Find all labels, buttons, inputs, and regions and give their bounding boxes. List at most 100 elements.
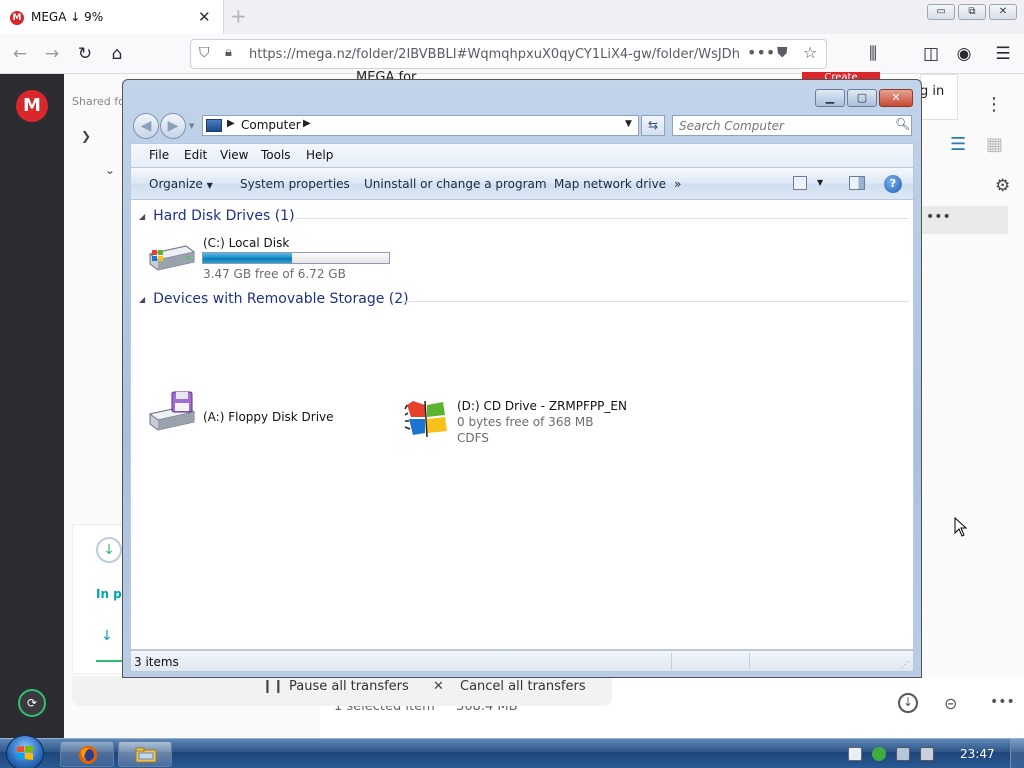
- mouse-cursor-icon: [954, 517, 968, 537]
- mega-link-icon[interactable]: ⊝: [944, 694, 957, 713]
- explorer-close-button[interactable]: ✕: [879, 89, 913, 107]
- map-network-drive-button[interactable]: Map network drive: [554, 177, 666, 191]
- drive-c-local-disk[interactable]: (C:) Local Disk 3.47 GB free of 6.72 GB: [148, 234, 398, 281]
- mega-expand-chevron-icon[interactable]: ❯: [81, 129, 91, 143]
- explorer-search-box[interactable]: 🔍︎: [672, 115, 912, 136]
- collapse-triangle-icon[interactable]: ◢: [139, 295, 145, 304]
- explorer-forward-button[interactable]: ▶: [160, 113, 186, 139]
- group-header-label: Hard Disk Drives (1): [153, 208, 295, 224]
- drive-c-free-space: 3.47 GB free of 6.72 GB: [203, 267, 346, 281]
- taskbar-clock[interactable]: 23:47: [960, 747, 995, 761]
- cancel-all-transfers-button[interactable]: Cancel all transfers: [460, 679, 586, 694]
- breadcrumb-computer[interactable]: Computer: [241, 118, 301, 132]
- help-icon[interactable]: ?: [884, 175, 902, 193]
- view-dropdown-icon[interactable]: ▼: [817, 178, 823, 187]
- mega-login-link[interactable]: g in: [920, 84, 944, 99]
- url-text[interactable]: https://mega.nz/folder/2IBVBBLI#Wqmqhpxu…: [249, 47, 739, 62]
- tab-close-icon[interactable]: ✕: [198, 8, 211, 26]
- browser-restore-button[interactable]: ⧉: [958, 4, 986, 20]
- preview-pane-icon[interactable]: [849, 176, 865, 190]
- change-view-icon[interactable]: [793, 176, 807, 190]
- pause-icon[interactable]: ❙❙: [262, 679, 284, 694]
- menu-edit[interactable]: Edit: [184, 148, 207, 162]
- menu-file[interactable]: File: [149, 148, 169, 162]
- mega-sidebar: M ⟳: [0, 74, 64, 738]
- mega-settings-gear-icon[interactable]: ⚙: [995, 176, 1010, 196]
- browser-close-button[interactable]: ✕: [989, 4, 1017, 20]
- more-commands-button[interactable]: »: [674, 177, 681, 191]
- forward-arrow-icon[interactable]: →: [41, 43, 63, 65]
- computer-icon: [206, 119, 222, 132]
- refresh-icon[interactable]: ⇆: [641, 115, 665, 136]
- sidebar-icon[interactable]: ◫: [920, 43, 942, 65]
- mega-kebab-icon[interactable]: ⋮: [985, 94, 1003, 115]
- explorer-minimize-button[interactable]: ▁: [815, 89, 845, 107]
- url-bar[interactable]: ⛉ 🔒︎ https://mega.nz/folder/2IBVBBLI#Wqm…: [190, 39, 827, 69]
- new-tab-icon[interactable]: +: [230, 4, 247, 28]
- browser-tab[interactable]: M MEGA ↓ 9% ✕: [0, 0, 224, 34]
- explorer-address-bar[interactable]: ▶ Computer ▶ ▼: [202, 115, 639, 136]
- status-divider: [749, 653, 750, 670]
- mega-shared-label: Shared fo: [72, 95, 125, 108]
- group-header-label: Devices with Removable Storage (2): [153, 291, 409, 307]
- reload-icon[interactable]: ↻: [74, 43, 96, 65]
- network-icon[interactable]: [896, 747, 910, 761]
- pocket-icon[interactable]: ⛊: [777, 45, 788, 61]
- mega-row-more-icon[interactable]: •••: [926, 209, 951, 225]
- explorer-back-button[interactable]: ◀: [133, 113, 159, 139]
- mega-sync-icon[interactable]: ⟳: [18, 689, 46, 717]
- taskbar-explorer-button[interactable]: [118, 741, 172, 767]
- collapse-triangle-icon[interactable]: ◢: [139, 212, 145, 221]
- explorer-content-pane: ◢ Hard Disk Drives (1) (C:) Local Disk 3.…: [130, 200, 914, 650]
- taskbar-firefox-button[interactable]: [60, 741, 114, 767]
- uninstall-program-button[interactable]: Uninstall or change a program: [364, 177, 547, 191]
- organize-button[interactable]: Organize ▼: [149, 177, 213, 191]
- mega-download-icon[interactable]: ↓: [898, 693, 918, 713]
- pause-all-transfers-button[interactable]: Pause all transfers: [289, 679, 409, 694]
- mega-in-progress-tab[interactable]: In p: [96, 587, 122, 601]
- home-icon[interactable]: ⌂: [106, 43, 128, 65]
- mega-more-icon[interactable]: •••: [990, 694, 1015, 710]
- mega-grid-view-icon[interactable]: ▦: [986, 134, 1003, 155]
- mega-list-view-icon[interactable]: ☰: [950, 134, 966, 155]
- search-input[interactable]: [679, 118, 889, 133]
- start-button[interactable]: [6, 735, 44, 768]
- breadcrumb-arrow-icon[interactable]: ▶: [303, 118, 311, 129]
- security-check-icon[interactable]: [872, 747, 886, 761]
- group-header-removable-storage[interactable]: ◢ Devices with Removable Storage (2): [139, 291, 409, 307]
- menu-icon[interactable]: ☰: [992, 43, 1014, 65]
- cancel-icon[interactable]: ✕: [433, 679, 444, 694]
- mega-favicon-icon: M: [10, 11, 24, 25]
- search-icon[interactable]: 🔍︎: [895, 117, 910, 131]
- library-icon[interactable]: ⫼: [862, 43, 884, 65]
- page-actions-icon[interactable]: •••: [747, 43, 775, 62]
- address-dropdown-icon[interactable]: ▼: [625, 119, 632, 129]
- recent-pages-dropdown-icon[interactable]: ▼: [189, 122, 194, 130]
- drive-a-floppy[interactable]: (A:) Floppy Disk Drive: [148, 391, 398, 442]
- menu-help[interactable]: Help: [306, 148, 333, 162]
- explorer-maximize-button[interactable]: ▢: [847, 89, 877, 107]
- bookmark-star-icon[interactable]: ☆: [803, 43, 817, 62]
- mega-collapse-chevron-icon[interactable]: ⌄: [105, 163, 115, 177]
- mega-logo[interactable]: M: [16, 90, 48, 122]
- drive-c-name: (C:) Local Disk: [203, 236, 290, 250]
- cd-drive-windows-icon: [404, 400, 447, 438]
- browser-minimize-button[interactable]: ▭: [927, 4, 955, 20]
- drive-d-cd[interactable]: (D:) CD Drive - ZRMPFPP_EN 0 bytes free …: [403, 399, 673, 447]
- group-header-hard-disk-drives[interactable]: ◢ Hard Disk Drives (1): [139, 208, 295, 224]
- back-arrow-icon[interactable]: ←: [9, 43, 31, 65]
- menu-view[interactable]: View: [220, 148, 248, 162]
- show-desktop-button[interactable]: [1010, 739, 1024, 768]
- resize-grip-icon[interactable]: ⋰: [901, 660, 909, 669]
- tab-title: MEGA ↓ 9%: [31, 10, 104, 24]
- action-center-icon[interactable]: [848, 747, 862, 761]
- lock-icon[interactable]: 🔒︎: [225, 45, 232, 60]
- breadcrumb-arrow-icon[interactable]: ▶: [227, 118, 235, 129]
- drive-c-capacity-bar: [202, 252, 390, 264]
- group-divider: [293, 218, 909, 219]
- shield-icon[interactable]: ⛉: [199, 45, 210, 61]
- account-icon[interactable]: ◉: [953, 43, 975, 65]
- menu-tools[interactable]: Tools: [261, 148, 291, 162]
- system-properties-button[interactable]: System properties: [240, 177, 350, 191]
- volume-muted-icon[interactable]: [920, 747, 934, 761]
